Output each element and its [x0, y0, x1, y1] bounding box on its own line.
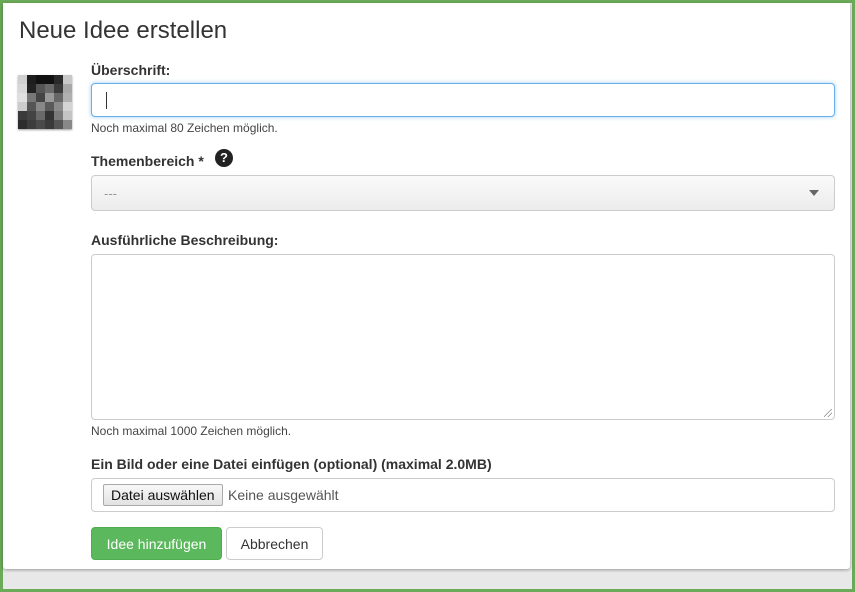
- new-idea-dialog: Neue Idee erstellen Überschrift: Noch ma…: [3, 3, 850, 569]
- choose-file-button[interactable]: Datei auswählen: [103, 484, 223, 506]
- resize-handle-icon[interactable]: [824, 409, 832, 417]
- file-input[interactable]: Datei auswählen Keine ausgewählt: [91, 478, 835, 512]
- description-label: Ausführliche Beschreibung:: [91, 232, 279, 248]
- dialog-title: Neue Idee erstellen: [19, 17, 228, 44]
- heading-label: Überschrift:: [91, 62, 171, 78]
- topic-select-value: ---: [104, 186, 117, 201]
- avatar: [18, 75, 72, 129]
- topic-label: Themenbereich *: [91, 153, 204, 169]
- description-textarea[interactable]: [91, 254, 835, 420]
- heading-help-text: Noch maximal 80 Zeichen möglich.: [91, 121, 278, 135]
- cancel-button[interactable]: Abbrechen: [226, 527, 323, 560]
- file-status-text: Keine ausgewählt: [228, 487, 339, 503]
- topic-select[interactable]: ---: [91, 175, 835, 211]
- chevron-down-icon: [809, 190, 819, 196]
- file-label: Ein Bild oder eine Datei einfügen (optio…: [91, 456, 492, 472]
- heading-input[interactable]: [91, 83, 835, 117]
- text-caret: [106, 92, 107, 109]
- question-circle-icon[interactable]: ?: [215, 149, 233, 167]
- description-help-text: Noch maximal 1000 Zeichen möglich.: [91, 424, 292, 438]
- add-idea-button[interactable]: Idee hinzufügen: [91, 527, 222, 560]
